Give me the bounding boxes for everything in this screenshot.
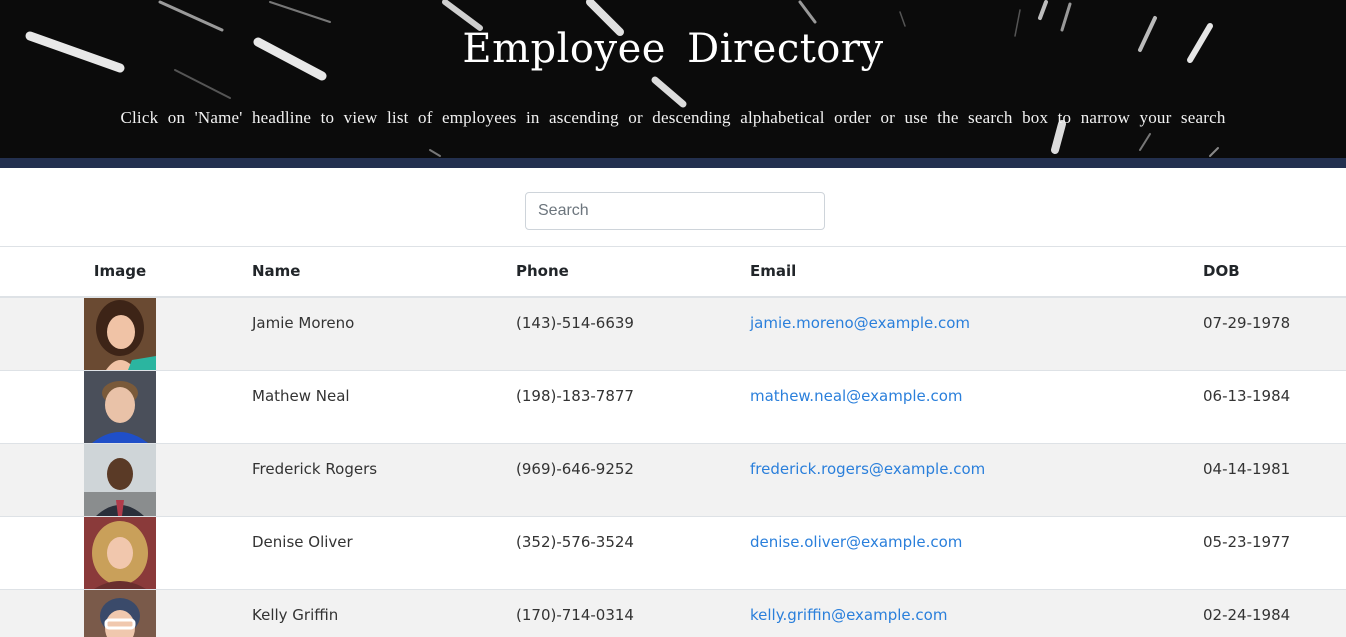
column-header-name[interactable]: Name [240, 246, 504, 298]
employee-photo [84, 370, 156, 443]
employee-phone: (170)-714-0314 [504, 588, 738, 637]
employee-email-link[interactable]: mathew.neal@example.com [750, 387, 963, 405]
employee-name: Frederick Rogers [240, 442, 504, 516]
employee-name: Kelly Griffin [240, 588, 504, 637]
image-cell [0, 369, 240, 443]
table-header-row: Image Name Phone Email DOB [0, 246, 1346, 298]
employee-dob: 02-24-1984 [1191, 588, 1346, 637]
employee-phone: (198)-183-7877 [504, 369, 738, 443]
table-row: Frederick Rogers (969)-646-9252 frederic… [0, 442, 1346, 516]
employee-dob: 04-14-1981 [1191, 442, 1346, 516]
column-header-dob: DOB [1191, 246, 1346, 298]
employee-email-link[interactable]: kelly.griffin@example.com [750, 606, 947, 624]
employee-phone: (969)-646-9252 [504, 442, 738, 516]
page-title: Employee Directory [462, 26, 884, 72]
table-row: Kelly Griffin (170)-714-0314 kelly.griff… [0, 588, 1346, 637]
column-header-phone: Phone [504, 246, 738, 298]
search-area [0, 168, 1346, 246]
employee-photo [84, 297, 156, 370]
employee-email-cell: mathew.neal@example.com [738, 369, 1191, 443]
employee-table: Image Name Phone Email DOB Jamie Moreno … [0, 246, 1346, 637]
employee-dob: 05-23-1977 [1191, 515, 1346, 589]
employee-name: Denise Oliver [240, 515, 504, 589]
employee-photo [84, 589, 156, 637]
image-cell [0, 442, 240, 516]
employee-photo [84, 443, 156, 516]
header-divider [0, 158, 1346, 168]
employee-photo [84, 516, 156, 589]
employee-email-cell: jamie.moreno@example.com [738, 296, 1191, 370]
column-header-image: Image [0, 246, 240, 298]
employee-name: Jamie Moreno [240, 296, 504, 370]
employee-email-link[interactable]: denise.oliver@example.com [750, 533, 962, 551]
page-subtitle: Click on 'Name' headline to view list of… [120, 108, 1226, 127]
header-banner: Employee Directory Click on 'Name' headl… [0, 0, 1346, 158]
employee-email-link[interactable]: frederick.rogers@example.com [750, 460, 985, 478]
column-header-email: Email [738, 246, 1191, 298]
employee-email-cell: frederick.rogers@example.com [738, 442, 1191, 516]
employee-dob: 06-13-1984 [1191, 369, 1346, 443]
employee-phone: (143)-514-6639 [504, 296, 738, 370]
image-cell [0, 296, 240, 370]
image-cell [0, 515, 240, 589]
employee-name: Mathew Neal [240, 369, 504, 443]
employee-email-cell: denise.oliver@example.com [738, 515, 1191, 589]
employee-email-link[interactable]: jamie.moreno@example.com [750, 314, 970, 332]
table-row: Denise Oliver (352)-576-3524 denise.oliv… [0, 515, 1346, 589]
employee-phone: (352)-576-3524 [504, 515, 738, 589]
starfield-background [25, 0, 1219, 157]
employee-dob: 07-29-1978 [1191, 296, 1346, 370]
search-input[interactable] [525, 192, 825, 230]
employee-email-cell: kelly.griffin@example.com [738, 588, 1191, 637]
table-row: Mathew Neal (198)-183-7877 mathew.neal@e… [0, 369, 1346, 443]
image-cell [0, 588, 240, 637]
table-row: Jamie Moreno (143)-514-6639 jamie.moreno… [0, 296, 1346, 370]
